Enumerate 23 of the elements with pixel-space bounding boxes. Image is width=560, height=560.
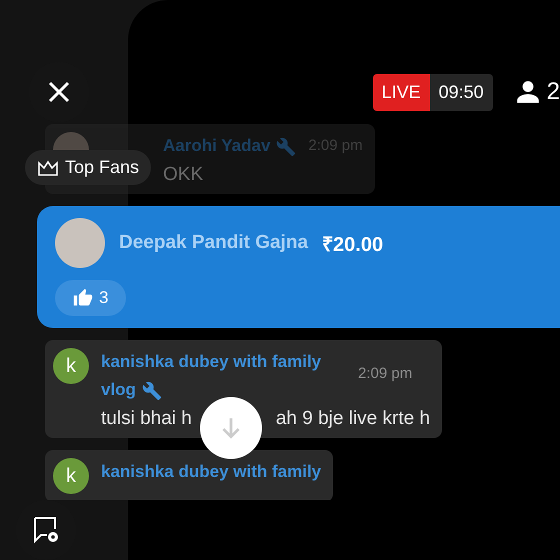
avatar: k <box>53 458 89 494</box>
thumbs-up-icon <box>73 288 93 308</box>
author-name: Aarohi Yadav <box>163 132 296 160</box>
message-time: 2:09 pm <box>358 364 412 384</box>
author-name: kanishka dubey with family vlog <box>101 351 322 403</box>
message-text: OKK <box>163 164 204 186</box>
viewer-count: 2 <box>546 78 560 106</box>
wrench-icon <box>276 136 296 157</box>
message-text: ah 9 bje live krte h <box>276 408 430 430</box>
live-badge: LIVE <box>372 74 430 110</box>
author-name: kanishka dubey with family <box>101 461 322 483</box>
person-icon <box>514 79 541 105</box>
avatar <box>55 218 105 268</box>
message-text: tulsi bhai h <box>101 408 192 430</box>
avatar: k <box>53 348 89 384</box>
close-icon <box>47 80 71 104</box>
author-name: Deepak Pandit Gajna <box>119 232 308 254</box>
chat-settings-icon <box>31 515 61 545</box>
wrench-icon <box>142 380 162 401</box>
top-fans-button[interactable]: Top Fans <box>25 150 152 185</box>
stream-duration: 09:50 <box>430 74 493 110</box>
donation-amount: ₹20.00 <box>322 232 384 256</box>
crown-icon <box>37 158 59 176</box>
